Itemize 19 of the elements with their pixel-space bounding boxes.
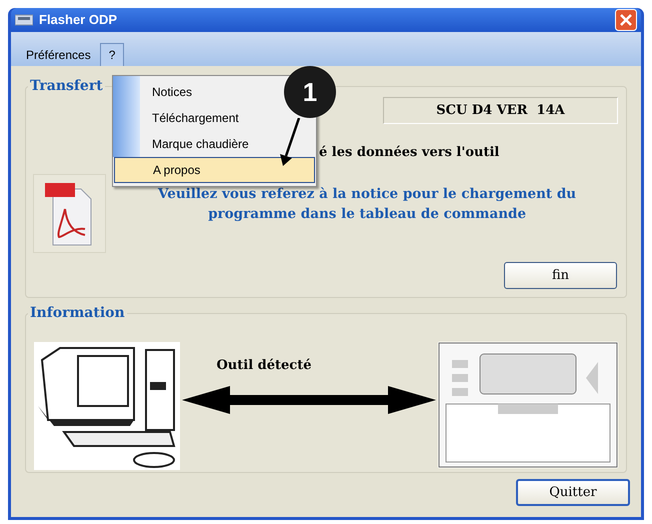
version-label: SCU D4 VER 14A: [383, 97, 618, 124]
status-text: é les données vers l'outil: [319, 145, 500, 160]
status-text: Outil détecté: [216, 357, 312, 375]
double-arrow-icon: [182, 386, 436, 414]
menu-item[interactable]: Marque chaudière: [152, 136, 249, 152]
panel-title: Information: [29, 304, 126, 323]
menu-item[interactable]: Téléchargement: [152, 110, 239, 126]
menu-item[interactable]: ?: [100, 43, 124, 66]
quit-button[interactable]: Quitter: [516, 479, 630, 506]
menu-item[interactable]: Notices: [152, 84, 192, 100]
fin-button[interactable]: fin: [504, 262, 617, 289]
menu-item[interactable]: A propos: [114, 157, 315, 183]
pdf-button[interactable]: [33, 174, 106, 253]
app-icon: [15, 14, 33, 26]
window-title: Flasher ODP: [39, 11, 118, 30]
panel-title: Transfert: [29, 77, 104, 96]
close-icon[interactable]: [615, 9, 637, 31]
notice-text: Veuillez vous referez à la notice pour le chargement du programme dans le tableau de commande: [156, 185, 578, 224]
menu-item[interactable]: Préférences: [17, 43, 100, 66]
